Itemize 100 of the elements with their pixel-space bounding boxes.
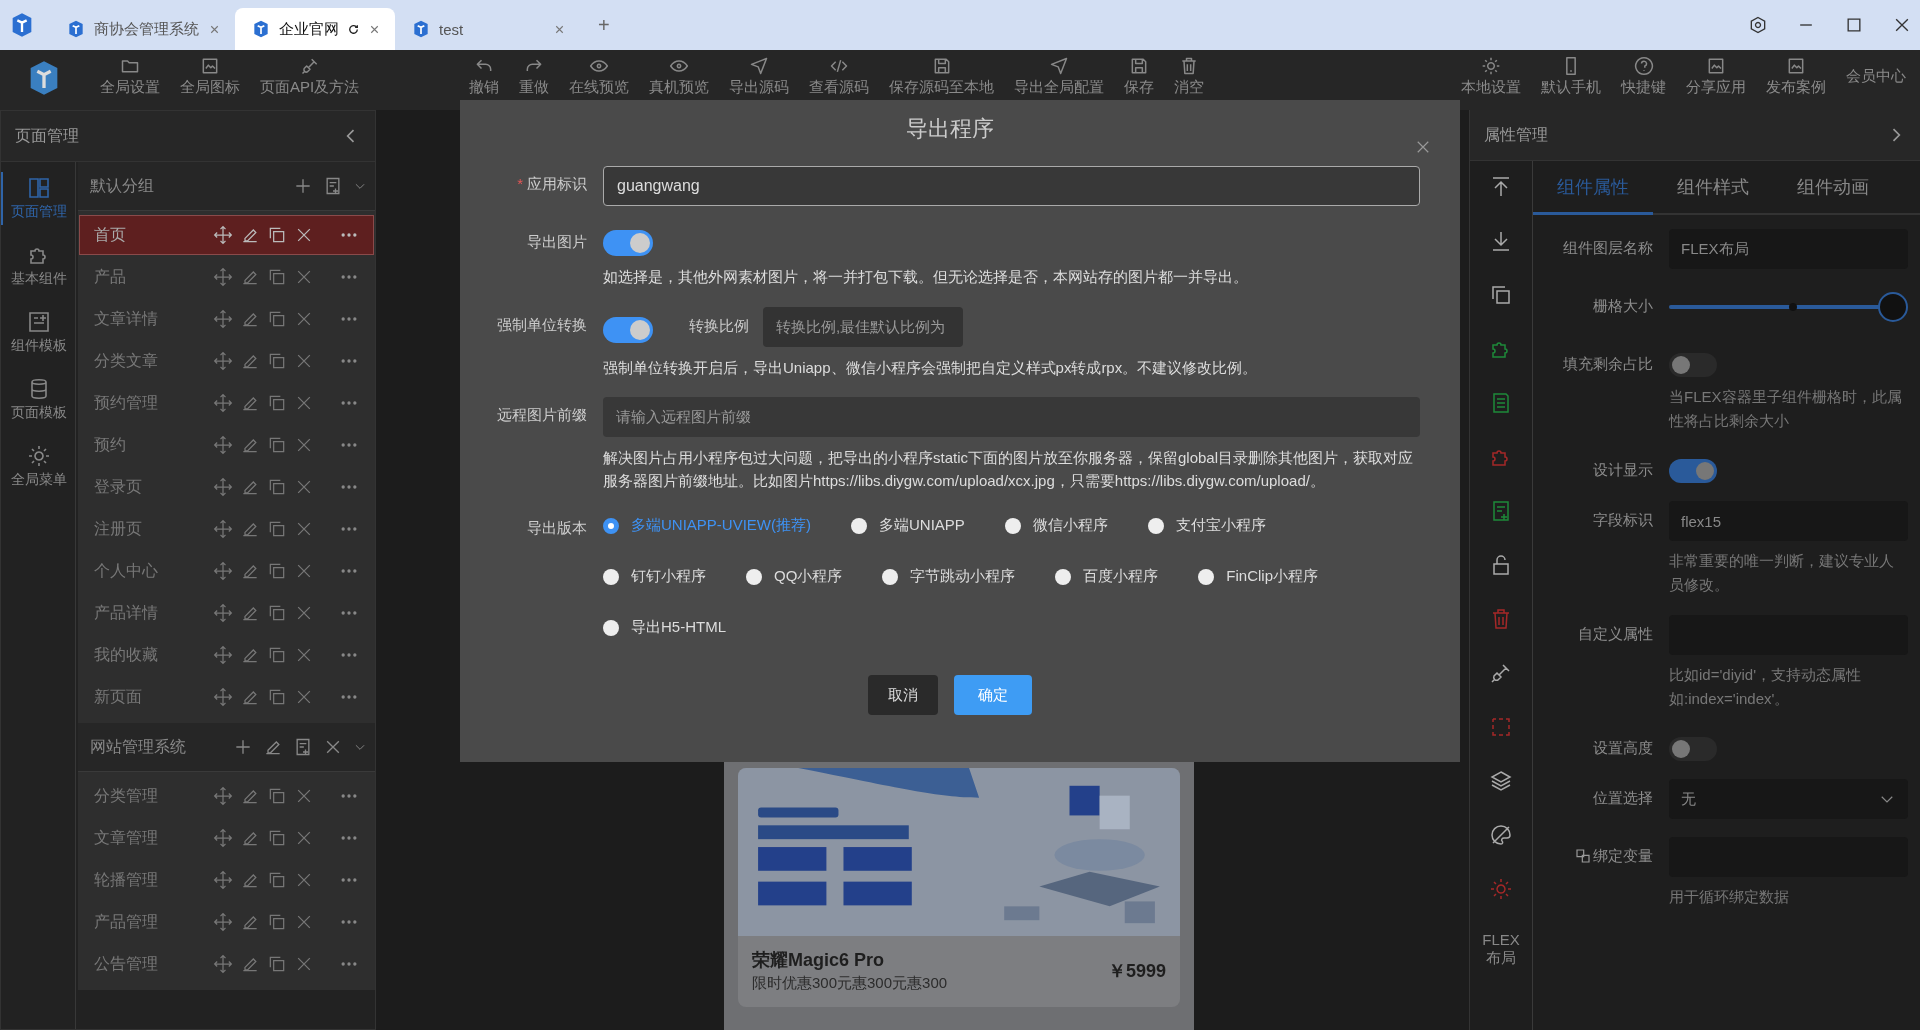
nav-item[interactable]: 组件模板 [1,306,75,359]
toolbar-button[interactable]: 默认手机 [1531,56,1611,97]
dialog-button[interactable]: 确定 [954,675,1032,715]
new-tab-button[interactable]: + [598,13,610,37]
copy-icon[interactable] [267,393,287,413]
toggle-switch[interactable] [603,316,653,343]
copy-icon[interactable] [267,687,287,707]
move-icon[interactable] [213,561,233,581]
more-icon[interactable] [339,567,359,575]
move-icon[interactable] [213,225,233,245]
copy-icon[interactable] [1489,283,1513,307]
add-icon[interactable] [293,176,313,196]
toolbar-button[interactable]: 本地设置 [1451,56,1531,97]
reload-icon[interactable] [347,22,360,36]
slider[interactable] [1669,292,1908,322]
move-icon[interactable] [213,912,233,932]
text-field[interactable]: 转换比例,最佳默认比例为 [763,306,963,347]
nav-item[interactable]: 页面管理 [1,172,75,225]
select-field[interactable]: 无 [1669,779,1908,819]
more-icon[interactable] [339,273,359,281]
move-icon[interactable] [213,687,233,707]
page-item[interactable]: 新页面 [79,677,374,717]
toggle-switch[interactable] [1669,737,1717,761]
page-item[interactable]: 预约 [79,425,374,465]
copy-icon[interactable] [267,603,287,623]
radio-button[interactable] [746,568,762,585]
radio-button[interactable] [1147,517,1164,534]
move-icon[interactable] [213,477,233,497]
browser-tab[interactable]: 企业官网 [235,8,395,50]
page-item[interactable]: 分类文章 [79,341,374,381]
page-item[interactable]: 登录页 [79,467,374,507]
layers-icon[interactable] [1489,769,1513,793]
radio-option[interactable]: 百度小程序 [1055,567,1159,586]
browser-tab[interactable]: 商协会管理系统 [50,8,235,50]
radio-option[interactable]: 导出H5-HTML [603,618,726,637]
more-icon[interactable] [339,231,359,239]
text-field[interactable]: 请输入远程图片前缀 [603,397,1420,437]
move-icon[interactable] [213,351,233,371]
toggle-switch[interactable] [603,230,653,256]
toolbar-button[interactable]: 发布案例 [1756,56,1836,97]
more-icon[interactable] [339,834,359,842]
text-field[interactable]: flex15 [1669,501,1908,541]
more-icon[interactable] [339,792,359,800]
page-item[interactable]: 产品 [79,257,374,297]
copy-icon[interactable] [267,954,287,974]
radio-button[interactable] [851,517,867,534]
toolbar-button[interactable]: 消空 [1164,56,1215,97]
add-icon[interactable] [233,737,253,757]
move-icon[interactable] [213,786,233,806]
more-icon[interactable] [339,876,359,884]
radio-option[interactable]: 微信小程序 [1004,516,1108,535]
more-icon[interactable] [339,651,359,659]
copy-icon[interactable] [267,786,287,806]
copy-icon[interactable] [267,870,287,890]
copy-icon[interactable] [267,519,287,539]
page-item[interactable]: 文章详情 [79,299,374,339]
page-item[interactable]: 我的收藏 [79,635,374,675]
toolbar-button[interactable]: 导出全局配置 [1004,56,1115,97]
radio-button[interactable] [1004,517,1021,534]
toggle-switch[interactable] [1669,353,1717,377]
nav-item[interactable]: 页面模板 [1,373,75,426]
page-item[interactable]: 产品管理 [79,902,374,942]
toolbar-button[interactable]: 撤销 [459,56,510,97]
page-item[interactable]: 个人中心 [79,551,374,591]
more-icon[interactable] [339,693,359,701]
more-icon[interactable] [339,357,359,365]
move-icon[interactable] [213,267,233,287]
toolbar-button[interactable]: 在线预览 [559,56,640,97]
move-icon[interactable] [213,393,233,413]
member-center-link[interactable]: 会员中心 [1840,66,1912,87]
copy-icon[interactable] [267,561,287,581]
page-item[interactable]: 注册页 [79,509,374,549]
page-item[interactable]: 预约管理 [79,383,374,423]
copy-icon[interactable] [267,225,287,245]
move-icon[interactable] [213,954,233,974]
radio-button[interactable] [1198,568,1215,585]
more-icon[interactable] [339,315,359,323]
toolbar-button[interactable]: 导出源码 [719,56,800,97]
toggle-switch[interactable] [1669,459,1717,483]
nav-item[interactable]: 全局菜单 [1,440,75,493]
radio-button[interactable] [882,568,899,585]
text-field[interactable]: guangwang [603,166,1420,206]
move-icon[interactable] [213,435,233,455]
move-icon[interactable] [213,519,233,539]
radio-option[interactable]: 字节跳动小程序 [882,567,1016,586]
radio-option[interactable]: 支付宝小程序 [1147,516,1266,535]
more-icon[interactable] [339,525,359,533]
radio-option[interactable]: 钉钉小程序 [603,567,706,586]
page-item[interactable]: 文章管理 [79,818,374,858]
more-icon[interactable] [339,399,359,407]
move-icon[interactable] [213,603,233,623]
move-icon[interactable] [213,828,233,848]
tab[interactable]: 组件动画 [1773,161,1893,215]
page-item[interactable]: 公告管理 [79,944,374,984]
toolbar-button[interactable]: 全局图标 [170,56,250,97]
toolbar-button[interactable]: 重做 [509,56,560,97]
toolbar-button[interactable]: 保存源码至本地 [879,56,1005,97]
toolbar-button[interactable]: 保存 [1114,56,1165,97]
page-item[interactable]: 首页 [79,215,374,255]
tab[interactable]: 组件样式 [1653,161,1773,215]
